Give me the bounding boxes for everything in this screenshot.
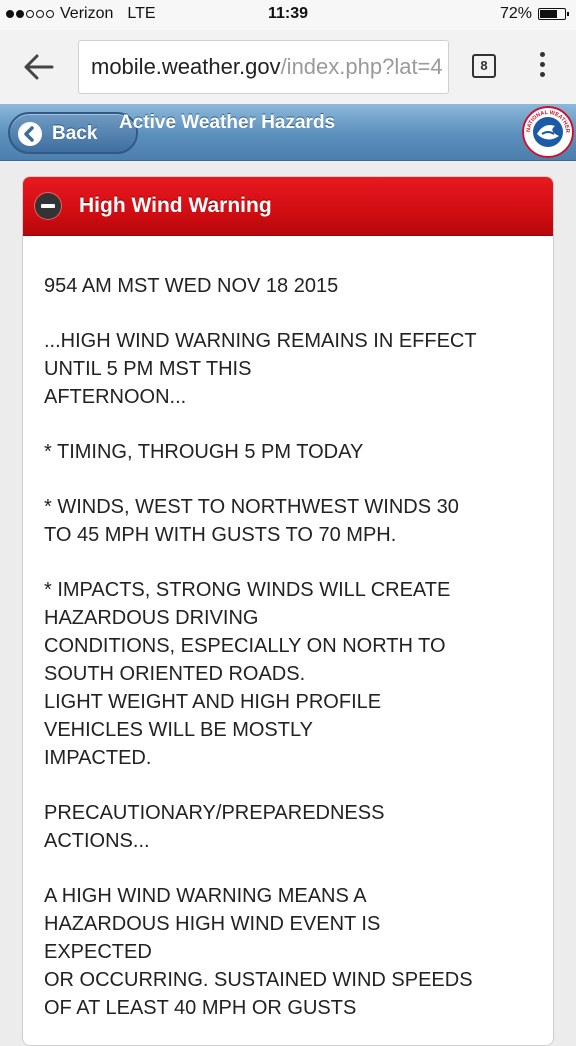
hazard-line: TO 45 MPH WITH GUSTS TO 70 MPH. [44,524,397,546]
more-vert-icon[interactable] [536,52,548,84]
chevron-left-icon [18,122,42,146]
status-time: 11:39 [267,5,309,22]
browser-toolbar: mobile.weather.gov/index.php?lat=4 8 [0,30,576,105]
url-bar[interactable]: mobile.weather.gov/index.php?lat=4 [78,40,449,94]
hazard-paragraph: A HIGH WIND WARNING MEANS A HAZARDOUS HIG… [44,882,534,1022]
hazard-card: High Wind Warning 954 AM MST WED NOV 18 … [22,176,554,1046]
tab-count: 8 [480,58,488,73]
hazard-line: ACTIONS... [44,830,150,852]
status-bar: Verizon LTE 11:39 72% [0,0,576,30]
hazard-line: * IMPACTS, STRONG WINDS WILL CREATE [44,579,451,601]
hazard-line: PRECAUTIONARY/PREPAREDNESS [44,802,385,824]
hazard-paragraph: * TIMING, THROUGH 5 PM TODAY [44,438,534,466]
hazard-paragraph: 954 AM MST WED NOV 18 2015 [44,272,534,300]
battery-icon [538,8,569,20]
hazard-line: IMPACTED. [44,747,152,769]
page-header: Back Active Weather Hazards [0,104,576,161]
hazard-paragraph: * IMPACTS, STRONG WINDS WILL CREATE HAZAR… [44,576,534,772]
url-host: mobile.weather.gov [91,54,281,79]
hazard-text: 954 AM MST WED NOV 18 2015 ...HIGH WIND W… [23,236,534,1022]
minus-circle-icon[interactable] [35,193,61,219]
page-title: Active Weather Hazards [119,112,336,133]
hazard-line: 954 AM MST WED NOV 18 2015 [44,275,339,297]
hazard-paragraph: * WINDS, WEST TO NORTHWEST WINDS 30 TO 45… [44,493,534,549]
hazard-line: OF AT LEAST 40 MPH OR GUSTS [44,997,357,1019]
hazard-line: * TIMING, THROUGH 5 PM TODAY [44,441,364,463]
battery-percent: 72% [499,5,532,22]
hazard-line: A HIGH WIND WARNING MEANS A [44,885,367,907]
hazard-line: HAZARDOUS DRIVING [44,607,259,629]
hazard-line: HAZARDOUS HIGH WIND EVENT IS [44,913,381,935]
nws-logo-icon: NATIONAL WEATHER SERVICE [520,104,574,158]
hazard-line: CONDITIONS, ESPECIALLY ON NORTH TO [44,635,446,657]
status-right: 72% [499,5,569,23]
url-path: /index.php?lat=4 [280,54,443,79]
hazard-line: * WINDS, WEST TO NORTHWEST WINDS 30 [44,496,459,518]
arrow-left-icon[interactable] [22,52,56,82]
hazard-title: High Wind Warning [79,194,272,217]
hazard-header[interactable]: High Wind Warning [23,177,553,236]
hazard-paragraph: PRECAUTIONARY/PREPAREDNESS ACTIONS... [44,799,534,855]
hazard-line: VEHICLES WILL BE MOSTLY [44,719,313,741]
hazard-line: LIGHT WEIGHT AND HIGH PROFILE [44,691,382,713]
tabs-icon[interactable]: 8 [472,54,496,78]
hazard-line: UNTIL 5 PM MST THIS [44,358,252,380]
hazard-line: SOUTH ORIENTED ROADS. [44,663,306,685]
hazard-line: ...HIGH WIND WARNING REMAINS IN EFFECT [44,330,477,352]
back-button-label: Back [52,123,98,144]
hazard-line: AFTERNOON... [44,386,187,408]
hazard-line: EXPECTED [44,941,152,963]
hazard-paragraph: ...HIGH WIND WARNING REMAINS IN EFFECT UN… [44,327,534,411]
hazard-line: OR OCCURRING. SUSTAINED WIND SPEEDS [44,969,473,991]
